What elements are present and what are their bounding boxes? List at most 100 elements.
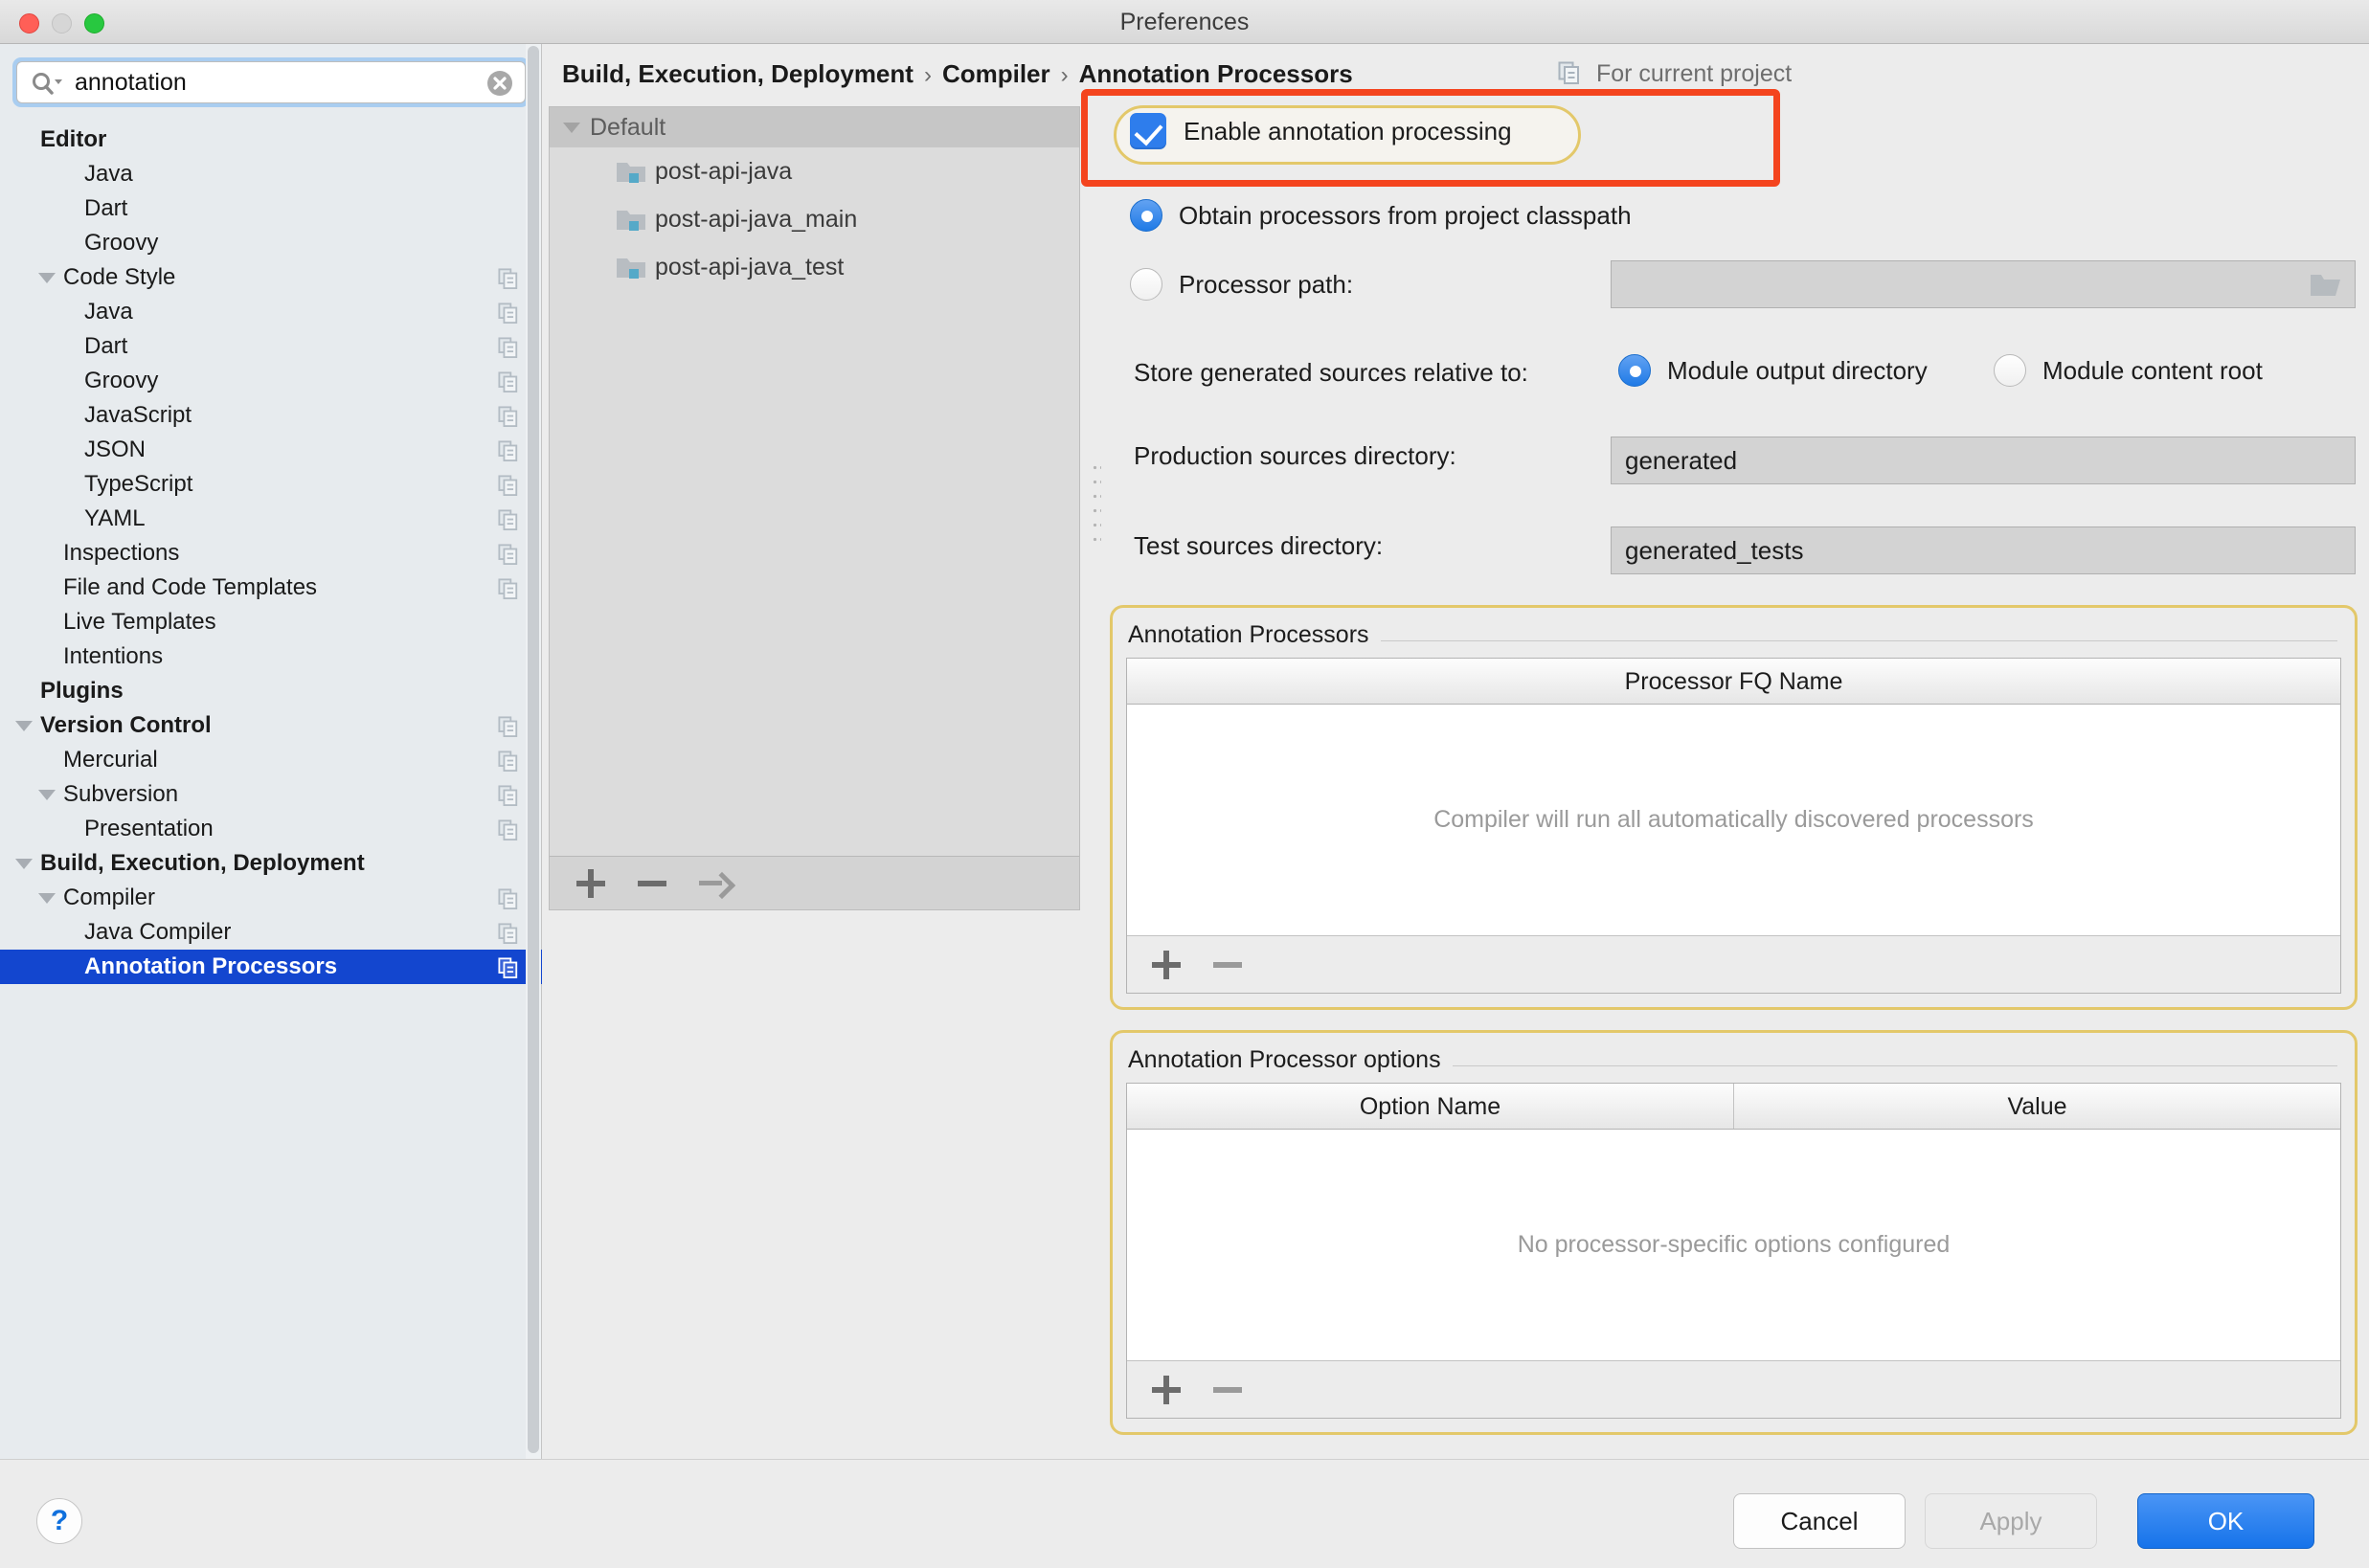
ok-button[interactable]: OK (2137, 1493, 2314, 1549)
module-list-item[interactable]: post-api-java_main (550, 195, 1079, 243)
sidebar-item-compiler[interactable]: Compiler (0, 881, 542, 915)
module-list-item[interactable]: post-api-java_test (550, 243, 1079, 291)
column-header-processor-fq-name[interactable]: Processor FQ Name (1127, 659, 2340, 704)
sidebar-item-typescript[interactable]: TypeScript (0, 467, 542, 502)
sidebar-item-live-templates[interactable]: Live Templates (0, 605, 542, 639)
copy-icon[interactable] (498, 544, 519, 565)
sidebar-item-code-style[interactable]: Code Style (0, 260, 542, 295)
chevron-down-icon[interactable] (15, 721, 33, 731)
pane-splitter[interactable] (1090, 106, 1103, 910)
copy-icon[interactable] (498, 440, 519, 461)
search-input-value[interactable]: annotation (75, 62, 187, 102)
breadcrumb-part[interactable]: Annotation Processors (1079, 59, 1353, 88)
processor-path-input[interactable] (1611, 260, 2356, 308)
sidebar-item-subversion[interactable]: Subversion (0, 777, 542, 812)
copy-icon[interactable] (498, 750, 519, 772)
sidebar-item-java-compiler[interactable]: Java Compiler (0, 915, 542, 950)
preferences-window: Preferences annotation Editor Java Dart Gro… (0, 0, 2369, 1568)
sidebar-item-editor[interactable]: Editor (0, 123, 542, 157)
sidebar-item-javascript[interactable]: JavaScript (0, 398, 542, 433)
folder-icon[interactable] (2309, 271, 2341, 298)
chevron-down-icon[interactable] (38, 790, 56, 800)
processor-path-radio[interactable] (1130, 268, 1162, 301)
sidebar-scrollbar-thumb[interactable] (528, 46, 539, 1453)
apply-button[interactable]: Apply (1925, 1493, 2097, 1549)
copy-icon[interactable] (498, 268, 519, 289)
module-content-root-row[interactable]: Module content root (1994, 354, 2263, 387)
sidebar-item-label: Groovy (84, 368, 159, 393)
cancel-button[interactable]: Cancel (1733, 1493, 1906, 1549)
test-sources-label: Test sources directory: (1134, 531, 1384, 560)
obtain-from-classpath-radio[interactable] (1130, 199, 1162, 232)
copy-icon[interactable] (498, 371, 519, 392)
copy-icon[interactable] (498, 302, 519, 324)
move-module-button[interactable] (699, 869, 728, 898)
settings-sidebar: annotation Editor Java Dart Groovy Code Styl… (0, 44, 542, 1459)
copy-icon[interactable] (498, 888, 519, 909)
module-output-directory-row[interactable]: Module output directory (1618, 354, 1928, 387)
chevron-down-icon[interactable] (38, 893, 56, 904)
module-output-directory-radio[interactable] (1618, 354, 1651, 387)
sidebar-item-groovy[interactable]: Groovy (0, 226, 542, 260)
copy-icon[interactable] (498, 923, 519, 944)
production-sources-input[interactable]: generated (1611, 437, 2356, 484)
sidebar-item-plugins[interactable]: Plugins (0, 674, 542, 708)
sidebar-item-annotation-processors[interactable]: Annotation Processors (0, 950, 542, 984)
module-tree-root-row[interactable]: Default (550, 107, 1079, 147)
sidebar-item-file-and-code-templates[interactable]: File and Code Templates (0, 571, 542, 605)
processor-path-row[interactable]: Processor path: (1130, 268, 1353, 301)
sidebar-item-yaml[interactable]: YAML (0, 502, 542, 536)
sidebar-item-json[interactable]: JSON (0, 433, 542, 467)
search-field[interactable]: annotation (16, 61, 526, 103)
module-list-item[interactable]: post-api-java (550, 147, 1079, 195)
copy-icon[interactable] (498, 578, 519, 599)
module-tree-toolbar (550, 856, 1079, 909)
column-header-option-name[interactable]: Option Name (1127, 1084, 1733, 1129)
processor-options-table-body[interactable]: No processor-specific options configured (1127, 1130, 2340, 1360)
annotation-processor-options-group: Annotation Processor options Option Name… (1110, 1030, 2358, 1435)
sidebar-item-build-execution-deployment[interactable]: Build, Execution, Deployment (0, 846, 542, 881)
enable-annotation-processing-checkbox[interactable] (1130, 113, 1166, 149)
sidebar-item-intentions[interactable]: Intentions (0, 639, 542, 674)
sidebar-item-mercurial[interactable]: Mercurial (0, 743, 542, 777)
copy-icon[interactable] (498, 785, 519, 806)
copy-icon[interactable] (498, 337, 519, 358)
sidebar-item-inspections[interactable]: Inspections (0, 536, 542, 571)
processors-table-body[interactable]: Compiler will run all automatically disc… (1127, 705, 2340, 935)
sidebar-scrollbar[interactable] (526, 44, 541, 1459)
obtain-from-classpath-row[interactable]: Obtain processors from project classpath (1130, 199, 1632, 232)
add-module-button[interactable] (576, 868, 605, 898)
clear-search-icon[interactable] (486, 70, 513, 97)
sidebar-item-dart[interactable]: Dart (0, 329, 542, 364)
sidebar-item-groovy[interactable]: Groovy (0, 364, 542, 398)
copy-icon[interactable] (498, 819, 519, 840)
copy-icon[interactable] (498, 716, 519, 737)
add-option-button[interactable] (1152, 1375, 1181, 1404)
sidebar-item-java[interactable]: Java (0, 295, 542, 329)
chevron-down-icon[interactable] (38, 273, 56, 283)
remove-option-button[interactable] (1213, 1376, 1242, 1404)
chevron-down-icon[interactable] (563, 123, 580, 133)
breadcrumb-part[interactable]: Build, Execution, Deployment (562, 59, 914, 88)
module-list: post-api-java post-api-java_main post-api-… (550, 147, 1079, 291)
help-button[interactable]: ? (36, 1498, 82, 1544)
search-box[interactable]: annotation (12, 57, 530, 107)
sidebar-item-java[interactable]: Java (0, 157, 542, 191)
enable-annotation-processing-row[interactable]: Enable annotation processing (1130, 113, 1512, 149)
test-sources-input[interactable]: generated_tests (1611, 526, 2356, 574)
sidebar-item-dart[interactable]: Dart (0, 191, 542, 226)
remove-module-button[interactable] (638, 869, 666, 898)
remove-processor-button[interactable] (1213, 951, 1242, 979)
chevron-down-icon[interactable] (15, 859, 33, 869)
sidebar-item-label: YAML (84, 505, 146, 531)
sidebar-item-version-control[interactable]: Version Control (0, 708, 542, 743)
add-processor-button[interactable] (1152, 950, 1181, 979)
column-header-value[interactable]: Value (1733, 1084, 2340, 1129)
copy-icon[interactable] (498, 509, 519, 530)
breadcrumb-part[interactable]: Compiler (942, 59, 1050, 88)
copy-icon[interactable] (498, 406, 519, 427)
copy-icon[interactable] (498, 957, 519, 978)
copy-icon[interactable] (498, 475, 519, 496)
sidebar-item-presentation[interactable]: Presentation (0, 812, 542, 846)
module-content-root-radio[interactable] (1994, 354, 2026, 387)
